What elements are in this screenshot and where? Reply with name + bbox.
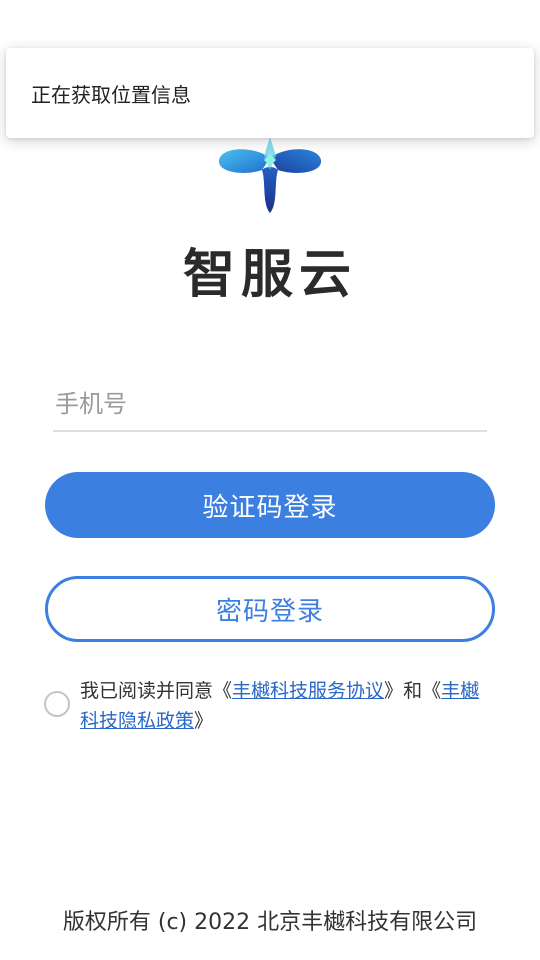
agreement-prefix: 我已阅读并同意 xyxy=(80,680,214,702)
open-quote: 《 xyxy=(422,680,442,702)
toast-message: 正在获取位置信息 xyxy=(31,82,191,107)
brand-name: 智服云 xyxy=(182,244,357,305)
agreement-text: 我已阅读并同意《丰樾科技服务协议》和《丰樾科技隐私政策》 xyxy=(80,676,480,736)
location-toast: 正在获取位置信息 xyxy=(6,48,534,138)
phone-number-input[interactable] xyxy=(53,378,487,432)
close-quote: 》 xyxy=(194,710,214,732)
agreement-connector: 和 xyxy=(403,680,423,702)
agreement-checkbox[interactable] xyxy=(44,691,70,717)
password-login-button[interactable]: 密码登录 xyxy=(45,576,495,642)
sms-code-login-button[interactable]: 验证码登录 xyxy=(45,472,495,538)
copyright-text: 版权所有 (c) 2022 北京丰樾科技有限公司 xyxy=(62,910,478,935)
login-screen: 正在获取位置信息 智服云 验证码登录 密码登录 我已阅读并同意《丰樾科技服务协 xyxy=(0,0,540,960)
open-quote: 《 xyxy=(213,680,233,702)
close-quote: 》 xyxy=(384,680,404,702)
service-agreement-link[interactable]: 丰樾科技服务协议 xyxy=(232,680,384,702)
